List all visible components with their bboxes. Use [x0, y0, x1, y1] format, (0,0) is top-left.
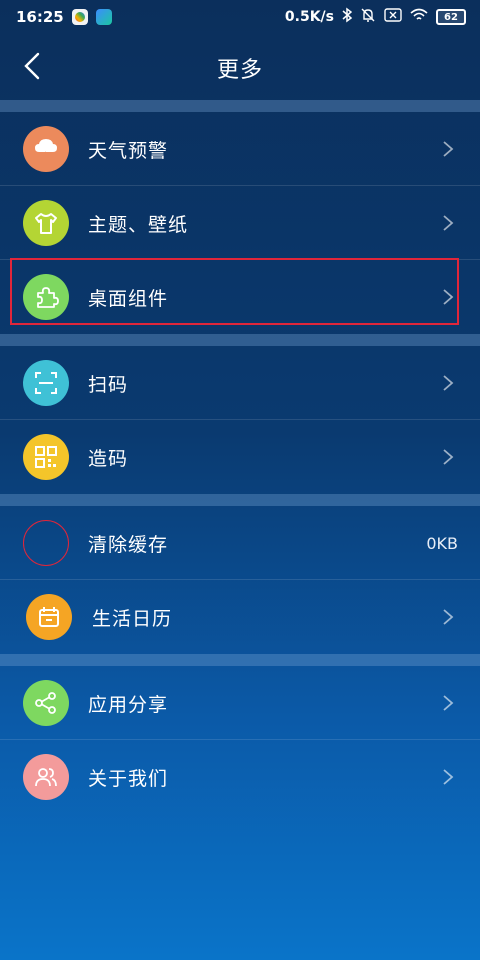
tshirt-icon — [23, 200, 69, 246]
chevron-right-icon — [443, 609, 454, 625]
chevron-right-icon — [443, 289, 454, 305]
menu-section-3: 清除缓存 0KB 生活日历 — [0, 506, 480, 654]
section-divider — [0, 654, 480, 666]
chevron-right-icon — [443, 375, 454, 391]
menu-section-4: 应用分享 关于我们 — [0, 666, 480, 814]
wifi-icon — [410, 8, 428, 26]
life-calendar-label: 生活日历 — [92, 607, 173, 630]
scan-label: 扫码 — [88, 373, 129, 396]
users-icon — [23, 754, 69, 800]
app-notification-icon — [71, 9, 88, 25]
theme-wallpaper-label: 主题、壁纸 — [88, 213, 189, 236]
about-us-label: 关于我们 — [88, 767, 169, 790]
make-code-label: 造码 — [88, 447, 129, 470]
section-divider — [0, 494, 480, 506]
section-divider — [0, 100, 480, 112]
menu-item-about-us[interactable]: 关于我们 — [0, 740, 480, 814]
battery-indicator: 62 — [436, 9, 466, 25]
qrcode-icon — [23, 434, 69, 480]
menu-item-weather-alert[interactable]: 天气预警 — [0, 112, 480, 186]
page-title: 更多 — [216, 58, 263, 83]
chevron-right-icon — [443, 769, 454, 785]
menu-section-2: 扫码 造码 — [0, 346, 480, 494]
desktop-widget-label: 桌面组件 — [88, 287, 169, 310]
status-bar: 16:25 0.5K/s 62 — [0, 0, 480, 34]
cache-ring-icon — [23, 520, 69, 566]
menu-item-life-calendar[interactable]: 生活日历 — [0, 580, 480, 654]
weather-alert-icon — [23, 126, 69, 172]
status-left: 16:25 — [16, 8, 112, 26]
status-right: 0.5K/s 62 — [285, 7, 466, 27]
clear-cache-label: 清除缓存 — [88, 533, 169, 556]
nav-bar: 更多 — [0, 34, 480, 100]
share-icon — [23, 680, 69, 726]
network-speed: 0.5K/s — [284, 9, 334, 25]
menu-item-desktop-widget[interactable]: 桌面组件 — [0, 260, 480, 334]
menu-item-clear-cache[interactable]: 清除缓存 0KB — [0, 506, 480, 580]
section-divider — [0, 334, 480, 346]
chevron-right-icon — [443, 695, 454, 711]
menu-item-make-code[interactable]: 造码 — [0, 420, 480, 494]
share-app-label: 应用分享 — [88, 693, 169, 716]
chevron-right-icon — [443, 215, 454, 231]
scan-icon — [23, 360, 69, 406]
sim-off-icon — [384, 8, 402, 26]
mute-bell-icon — [360, 7, 376, 27]
bluetooth-icon — [342, 7, 353, 27]
app-notification-icon-2 — [95, 9, 112, 25]
cache-size-value: 0KB — [426, 533, 458, 553]
menu-item-theme-wallpaper[interactable]: 主题、壁纸 — [0, 186, 480, 260]
chevron-right-icon — [443, 141, 454, 157]
chevron-right-icon — [443, 449, 454, 465]
calendar-icon — [26, 594, 72, 640]
menu-item-share-app[interactable]: 应用分享 — [0, 666, 480, 740]
puzzle-icon — [23, 274, 69, 320]
menu-section-1: 天气预警 主题、壁纸 桌面组件 — [0, 112, 480, 334]
menu-item-scan[interactable]: 扫码 — [0, 346, 480, 420]
weather-alert-label: 天气预警 — [88, 139, 169, 162]
status-time: 16:25 — [16, 8, 64, 26]
